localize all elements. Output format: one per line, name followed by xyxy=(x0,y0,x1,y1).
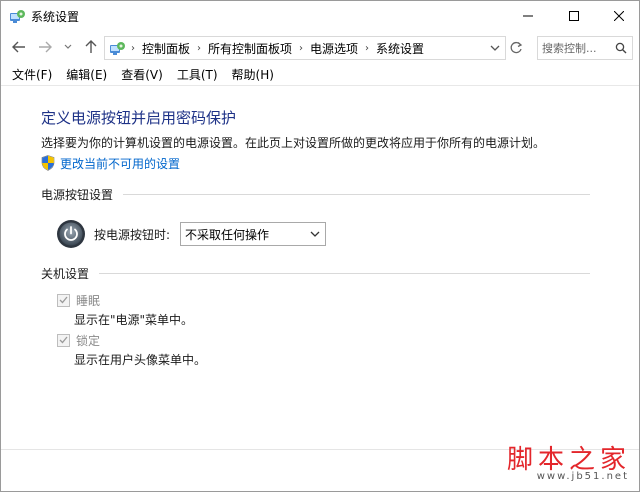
back-button[interactable] xyxy=(9,36,29,58)
search-icon[interactable] xyxy=(615,42,627,54)
selected-value: 不采取任何操作 xyxy=(185,227,270,242)
arrow-left-icon xyxy=(12,41,25,53)
breadcrumb-item[interactable]: 控制面板 xyxy=(142,40,190,57)
menu-help[interactable]: 帮助(H) xyxy=(231,65,275,84)
sleep-option-description: 显示在"电源"菜单中。 xyxy=(74,313,194,327)
breadcrumb-separator-icon[interactable]: › xyxy=(197,43,201,54)
sleep-checkbox-label: 睡眠 xyxy=(76,293,101,308)
title-bar: 系统设置 xyxy=(1,1,639,31)
power-button-action-select[interactable]: 不采取任何操作 xyxy=(180,222,327,246)
watermark-url: www.jb51.net xyxy=(536,471,629,482)
control-panel-icon xyxy=(10,10,25,23)
page-description: 选择要为你的计算机设置的电源设置。在此页上对设置所做的更改将应用于你所有的电源计… xyxy=(41,136,546,150)
control-panel-icon xyxy=(110,42,125,55)
page-title: 定义电源按钮并启用密码保护 xyxy=(41,109,237,127)
section-divider xyxy=(123,194,591,195)
checkmark-icon xyxy=(59,336,68,344)
recent-locations-button[interactable] xyxy=(61,36,75,58)
watermark: 脚本之家 www.jb51.net xyxy=(507,439,637,491)
uac-shield-icon xyxy=(41,155,55,171)
breadcrumb-separator-icon[interactable]: › xyxy=(299,43,303,54)
maximize-button[interactable] xyxy=(552,1,596,31)
power-button-icon xyxy=(57,220,85,248)
search-box[interactable] xyxy=(537,36,633,60)
arrow-up-icon xyxy=(85,40,97,53)
section-title: 电源按钮设置 xyxy=(41,188,114,202)
power-button-label: 按电源按钮时: xyxy=(94,227,171,242)
window-title: 系统设置 xyxy=(31,10,80,24)
refresh-icon xyxy=(510,41,522,53)
lock-checkbox[interactable] xyxy=(57,333,70,347)
menu-edit[interactable]: 编辑(E) xyxy=(65,65,108,84)
window: 系统设置 › 控制面板 › 所有控制面板项 › 电源选项 › 系统设置 搜索控制… xyxy=(0,0,640,492)
breadcrumb-separator-icon: › xyxy=(131,42,135,54)
menu-view[interactable]: 查看(V) xyxy=(120,65,164,84)
chevron-down-icon[interactable] xyxy=(489,42,501,54)
menu-tools[interactable]: 工具(T) xyxy=(176,65,219,84)
forward-button[interactable] xyxy=(35,36,55,58)
breadcrumb: › 控制面板 › 所有控制面板项 › 电源选项 › 系统设置 xyxy=(131,37,424,59)
close-button[interactable] xyxy=(597,1,639,31)
address-bar[interactable]: › 控制面板 › 所有控制面板项 › 电源选项 › 系统设置 xyxy=(104,36,506,60)
minimize-icon xyxy=(523,15,533,17)
maximize-icon xyxy=(569,11,579,21)
checkmark-icon xyxy=(59,296,68,304)
lock-option-description: 显示在用户头像菜单中。 xyxy=(74,353,207,367)
refresh-button[interactable] xyxy=(508,38,524,56)
lock-checkbox-label: 锁定 xyxy=(76,333,101,348)
power-button-section-heading: 电源按钮设置 xyxy=(41,186,597,203)
menu-file[interactable]: 文件(F) xyxy=(11,65,53,84)
sleep-option: 睡眠 xyxy=(57,292,100,308)
menu-bar: 文件(F) 编辑(E) 查看(V) 工具(T) 帮助(H) xyxy=(1,64,639,86)
power-button-setting: 按电源按钮时: 不采取任何操作 xyxy=(56,219,327,249)
navigation-bar: › 控制面板 › 所有控制面板项 › 电源选项 › 系统设置 xyxy=(1,32,639,62)
breadcrumb-item[interactable]: 电源选项 xyxy=(310,40,358,57)
change-settings-link-label[interactable]: 更改当前不可用的设置 xyxy=(60,155,180,172)
breadcrumb-item[interactable]: 系统设置 xyxy=(376,40,424,57)
minimize-button[interactable] xyxy=(506,1,550,31)
main-content: 定义电源按钮并启用密码保护 选择要为你的计算机设置的电源设置。在此页上对设置所做… xyxy=(1,87,639,491)
up-button[interactable] xyxy=(81,36,101,58)
chevron-down-icon xyxy=(310,231,320,237)
breadcrumb-separator-icon[interactable]: › xyxy=(365,43,369,54)
close-icon xyxy=(614,11,624,21)
search-input[interactable] xyxy=(542,40,610,56)
shutdown-section-heading: 关机设置 xyxy=(41,265,597,282)
chevron-down-icon xyxy=(64,44,72,49)
lock-option: 锁定 xyxy=(57,332,100,348)
breadcrumb-item[interactable]: 所有控制面板项 xyxy=(208,40,292,57)
section-divider xyxy=(99,273,591,274)
sleep-checkbox[interactable] xyxy=(57,293,70,307)
change-settings-link[interactable]: 更改当前不可用的设置 xyxy=(41,154,180,172)
section-title: 关机设置 xyxy=(41,267,90,281)
arrow-right-icon xyxy=(39,41,52,53)
